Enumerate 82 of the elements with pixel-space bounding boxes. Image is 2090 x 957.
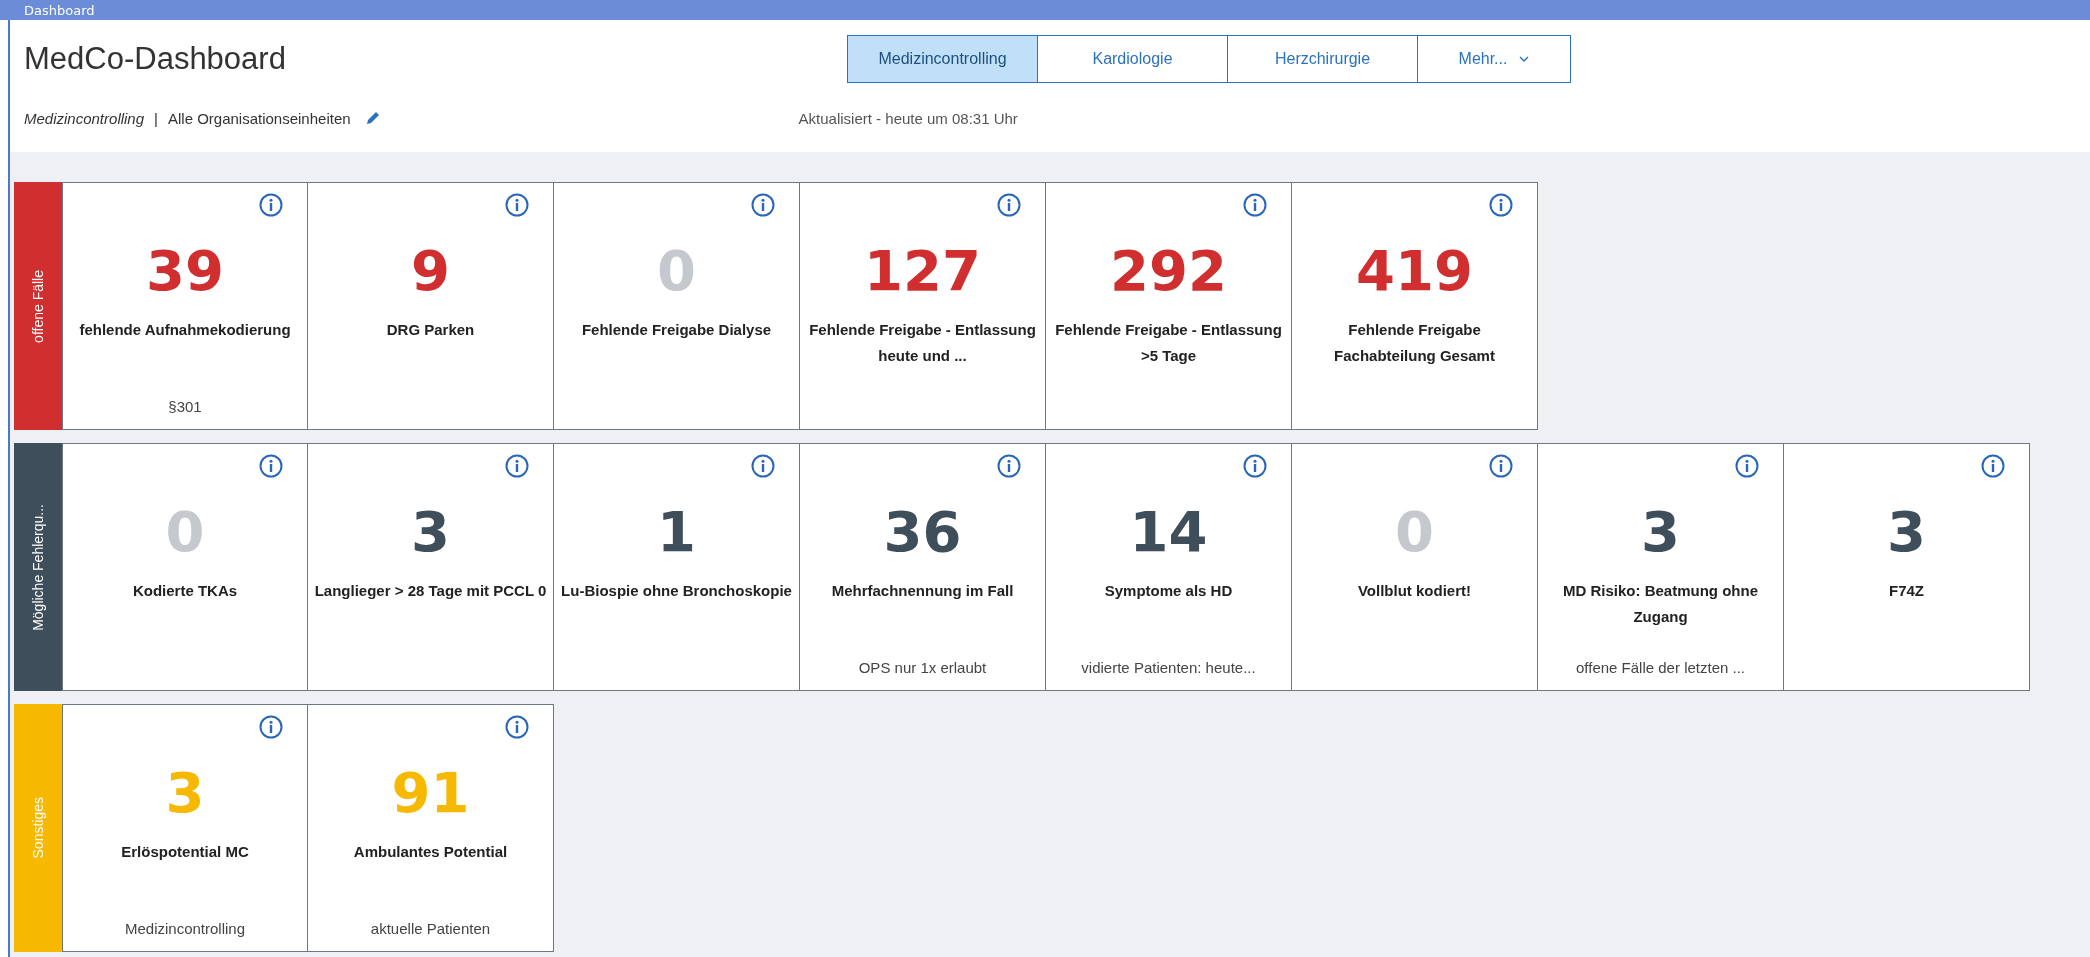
kpi-label: Vollblut kodiert! — [1356, 581, 1473, 601]
kpi-tile[interactable]: 419 Fehlende Freigabe Fachabteilung Gesamt — [1292, 182, 1538, 430]
kpi-note: aktuelle Patienten — [369, 920, 492, 937]
kpi-tile[interactable]: 292 Fehlende Freigabe - Entlassung >5 Tage — [1046, 182, 1292, 430]
kpi-label: DRG Parken — [385, 320, 476, 340]
kpi-tile[interactable]: 36 Mehrfachnennung im Fall OPS nur 1x erlaubt — [800, 443, 1046, 691]
info-icon[interactable] — [997, 193, 1021, 217]
kpi-tile[interactable]: 3 MD Risiko: Beatmung ohne Zugang offene Fälle der letzten ... — [1538, 443, 1784, 691]
tab[interactable]: Medizincontrolling — [848, 36, 1038, 82]
info-icon[interactable] — [1243, 454, 1267, 478]
kpi-note: vidierte Patienten: heute... — [1080, 659, 1257, 676]
kpi-note: offene Fälle der letzten ... — [1575, 659, 1746, 676]
kpi-label: Kodierte TKAs — [131, 581, 239, 601]
group-label: offene Fälle — [30, 269, 46, 343]
info-icon[interactable] — [1489, 193, 1513, 217]
kpi-tile[interactable]: 3 Erlöspotential MC Medizincontrolling — [62, 704, 308, 952]
kpi-label: Erlöspotential MC — [120, 842, 250, 862]
kpi-tile[interactable]: 0 Vollblut kodiert! — [1292, 443, 1538, 691]
context-label: Medizincontrolling — [24, 109, 145, 127]
kpi-note: OPS nur 1x erlaubt — [857, 659, 988, 676]
window-title-bar: Dashboard — [0, 0, 2090, 20]
separator: | — [154, 109, 158, 127]
kpi-value: 9 — [411, 243, 450, 299]
kpi-note: Medizincontrolling — [123, 920, 247, 937]
info-icon[interactable] — [1981, 454, 2005, 478]
kpi-label: Fehlende Freigabe Fachabteilung Gesamt — [1333, 320, 1496, 366]
kpi-label: Mehrfachnennung im Fall — [830, 581, 1015, 601]
kpi-value: 0 — [657, 243, 696, 299]
kpi-tile[interactable]: 14 Symptome als HD vidierte Patienten: heute... — [1046, 443, 1292, 691]
chevron-down-icon — [1519, 56, 1530, 62]
kpi-value: 1 — [657, 504, 696, 560]
kpi-label: MD Risiko: Beatmung ohne Zugang — [1562, 581, 1759, 627]
kpi-value: 91 — [391, 765, 470, 821]
info-icon[interactable] — [259, 715, 283, 739]
group-label: Mögliche Fehlerqu... — [30, 503, 46, 631]
kpi-label: Fehlende Freigabe - Entlassung heute und ... — [808, 320, 1037, 366]
kpi-value: 0 — [1395, 504, 1434, 560]
kpi-label: Fehlende Freigabe - Entlassung >5 Tage — [1054, 320, 1283, 366]
kpi-value: 127 — [864, 243, 981, 299]
info-icon[interactable] — [751, 193, 775, 217]
kpi-value: 36 — [883, 504, 962, 560]
kpi-tile[interactable]: 1 Lu-Biospie ohne Bronchoskopie — [554, 443, 800, 691]
info-icon[interactable] — [505, 454, 529, 478]
kpi-value: 292 — [1110, 243, 1227, 299]
kpi-tile[interactable]: 3 Langlieger > 28 Tage mit PCCL 0 — [308, 443, 554, 691]
updated-label: Aktualisiert - heute um 08:31 Uhr — [798, 109, 1018, 127]
info-icon[interactable] — [1735, 454, 1759, 478]
scope-label: Alle Organisationseinheiten — [167, 109, 351, 127]
kpi-label: Symptome als HD — [1103, 581, 1234, 601]
kpi-tile[interactable]: 127 Fehlende Freigabe - Entlassung heute und ... — [800, 182, 1046, 430]
kpi-tile[interactable]: 9 DRG Parken — [308, 182, 554, 430]
info-icon[interactable] — [505, 193, 529, 217]
info-icon[interactable] — [1243, 193, 1267, 217]
info-icon[interactable] — [1489, 454, 1513, 478]
kpi-value: 3 — [1641, 504, 1680, 560]
kpi-value: 3 — [165, 765, 205, 821]
info-icon[interactable] — [751, 454, 775, 478]
kpi-label: fehlende Aufnahmekodierung — [78, 320, 292, 340]
kpi-value: 419 — [1356, 243, 1473, 299]
kpi-value: 3 — [1887, 504, 1926, 560]
kpi-label: Langlieger > 28 Tage mit PCCL 0 — [313, 581, 548, 601]
kpi-label: Ambulantes Potential — [352, 842, 509, 862]
kpi-tile[interactable]: 3 F74Z — [1784, 443, 2030, 691]
kpi-note: §301 — [167, 398, 203, 415]
edit-icon[interactable] — [364, 110, 381, 126]
kpi-label: Lu-Biospie ohne Bronchoskopie — [560, 581, 793, 601]
info-icon[interactable] — [997, 454, 1021, 478]
group-label: Sonstiges — [30, 797, 46, 859]
kpi-tile[interactable]: 39 fehlende Aufnahmekodierung §301 — [62, 182, 308, 430]
kpi-tile[interactable]: 0 Kodierte TKAs — [62, 443, 308, 691]
kpi-tile[interactable]: 91 Ambulantes Potential aktuelle Patienten — [308, 704, 554, 952]
kpi-value: 0 — [165, 504, 205, 560]
kpi-label: F74Z — [1888, 581, 1925, 601]
kpi-value: 14 — [1129, 504, 1208, 560]
info-icon[interactable] — [259, 193, 283, 217]
info-icon[interactable] — [259, 454, 283, 478]
page-title: MedCo-Dashboard — [24, 41, 287, 77]
info-icon[interactable] — [505, 715, 529, 739]
kpi-label: Fehlende Freigabe Dialyse — [580, 320, 773, 340]
kpi-tile[interactable]: 0 Fehlende Freigabe Dialyse — [554, 182, 800, 430]
kpi-value: 39 — [146, 243, 224, 299]
kpi-value: 3 — [411, 504, 450, 560]
